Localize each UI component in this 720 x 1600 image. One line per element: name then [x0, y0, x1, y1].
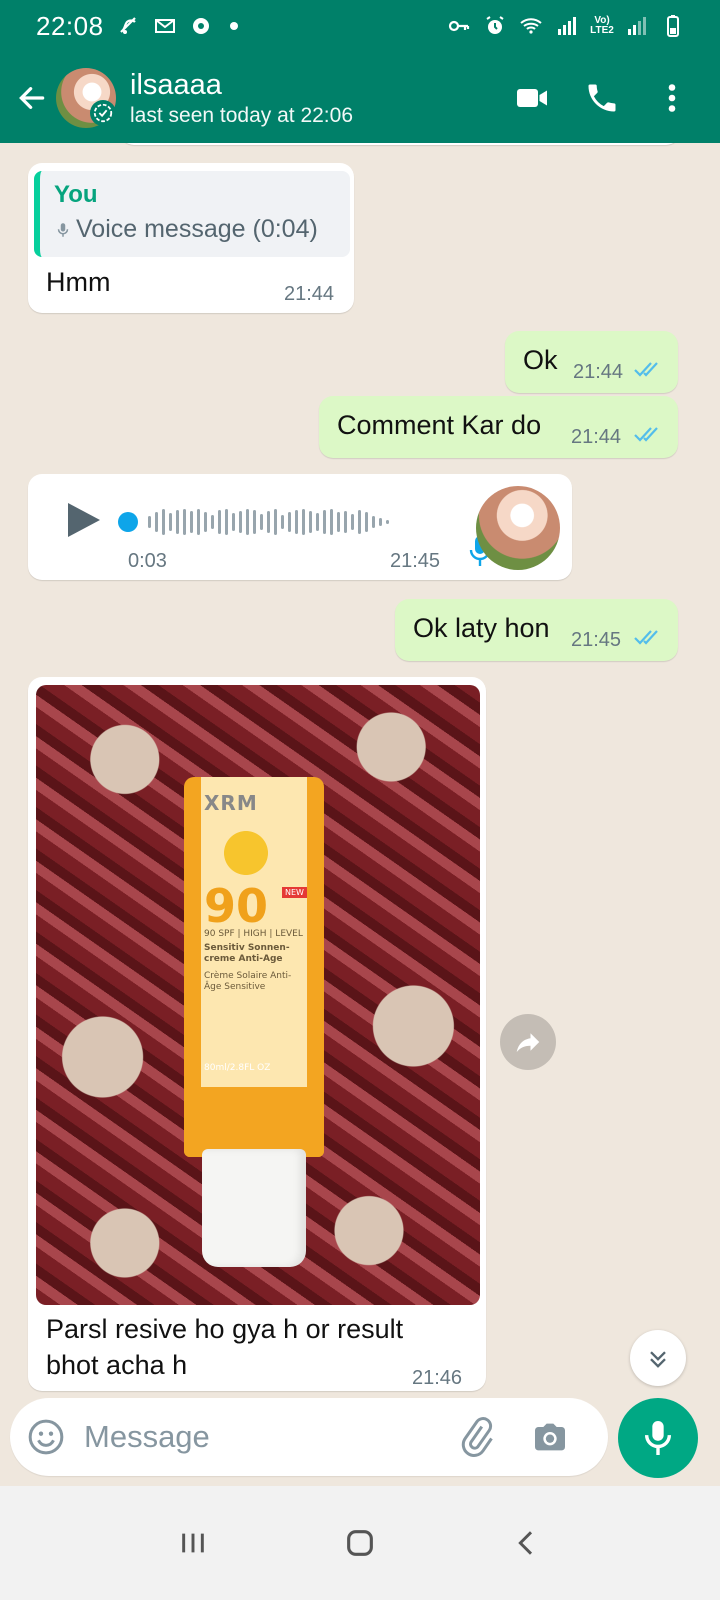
attachment-icon[interactable] — [456, 1417, 496, 1457]
message-time: 21:45 — [390, 550, 441, 572]
status-time: 22:08 — [36, 10, 104, 41]
wifi-icon — [518, 13, 544, 39]
back-nav-icon[interactable] — [502, 1518, 552, 1568]
chat-area[interactable]: You Voice message (0:04) Hmm 21:44 Ok 21… — [0, 143, 720, 1425]
video-call-icon[interactable] — [514, 80, 550, 116]
muted-notification-icon — [116, 13, 142, 39]
more-options-icon[interactable] — [654, 80, 690, 116]
image-message-bubble[interactable]: XRM NEW 90 90 SPF | HIGH | LEVEL Sensiti… — [28, 677, 486, 1391]
message-bubble-outgoing[interactable]: Ok laty hon 21:45 — [395, 599, 678, 661]
message-bubble-incoming[interactable]: You Voice message (0:04) Hmm 21:44 — [28, 163, 354, 313]
message-input[interactable] — [84, 1419, 444, 1455]
playback-knob[interactable] — [118, 512, 138, 532]
message-time: 21:44 — [573, 361, 624, 383]
message-time: 21:46 — [412, 1367, 463, 1389]
read-ticks-icon — [633, 627, 663, 652]
voice-call-icon[interactable] — [584, 80, 620, 116]
status-ring-icon — [90, 100, 116, 126]
alarm-icon — [482, 13, 508, 39]
quoted-sender: You — [54, 181, 98, 208]
message-bubble-outgoing[interactable]: Ok 21:44 — [505, 331, 678, 393]
emoji-icon[interactable] — [26, 1417, 66, 1457]
contact-name: ilsaaaa — [130, 68, 222, 101]
notification-dot — [229, 22, 238, 30]
volte-icon: Vo) LTE2 — [590, 15, 614, 36]
voice-duration: 0:03 — [128, 550, 167, 572]
message-bubble-outgoing[interactable]: Comment Kar do 21:44 — [319, 396, 678, 458]
product-brand: XRM — [204, 791, 258, 815]
voice-waveform[interactable] — [118, 508, 438, 536]
contact-info[interactable]: ilsaaaa last seen today at 22:06 — [130, 68, 353, 128]
voice-record-button[interactable] — [618, 1398, 698, 1478]
settings-badge-icon — [188, 13, 214, 39]
forward-icon[interactable] — [500, 1014, 556, 1070]
message-time: 21:44 — [571, 426, 622, 448]
quoted-message[interactable]: You Voice message (0:04) — [34, 171, 350, 257]
sender-avatar — [476, 486, 560, 570]
signal-icon — [554, 13, 580, 39]
home-icon[interactable] — [335, 1518, 385, 1568]
message-composer — [10, 1398, 608, 1476]
play-icon[interactable] — [64, 500, 102, 540]
recent-apps-icon[interactable] — [168, 1518, 218, 1568]
product-line1: 90 SPF | HIGH | LEVEL — [204, 929, 303, 939]
battery-icon — [660, 13, 686, 39]
read-ticks-icon — [633, 424, 663, 449]
sunscreen-photo[interactable]: XRM NEW 90 90 SPF | HIGH | LEVEL Sensiti… — [36, 685, 480, 1305]
message-time: 21:44 — [284, 283, 335, 305]
voice-message-bubble[interactable]: 0:03 21:45 — [28, 474, 572, 580]
system-nav-bar — [0, 1486, 720, 1600]
sunscreen-tube: XRM NEW 90 90 SPF | HIGH | LEVEL Sensiti… — [184, 777, 324, 1267]
message-text: Comment Kar do — [337, 410, 542, 440]
vpn-key-icon — [446, 13, 472, 39]
message-time: 21:45 — [571, 629, 622, 651]
gmail-icon — [152, 13, 178, 39]
signal2-icon — [624, 13, 650, 39]
last-seen-text: last seen today at 22:06 — [130, 103, 353, 127]
message-text: Ok — [523, 345, 558, 375]
message-text: Ok laty hon — [413, 613, 550, 643]
back-arrow-icon[interactable] — [8, 74, 56, 122]
chat-header: ilsaaaa last seen today at 22:06 — [0, 52, 720, 143]
image-caption: Parsl resive ho gya h or result bhot ach… — [46, 1314, 404, 1380]
sun-icon — [218, 825, 274, 881]
camera-icon[interactable] — [530, 1417, 570, 1457]
quoted-text: Voice message (0:04) — [76, 215, 318, 243]
product-line3: Crème Solaire Anti-Âge Sensitive — [204, 971, 292, 992]
mic-icon — [57, 222, 69, 237]
message-bubble-partial — [120, 143, 680, 145]
scroll-to-bottom-button[interactable] — [630, 1330, 686, 1386]
status-bar: 22:08 Vo) LTE2 — [0, 0, 720, 52]
product-volume: 80ml/2.8FL OZ — [204, 1063, 271, 1073]
message-text: Hmm — [46, 267, 111, 297]
new-badge: NEW — [282, 887, 307, 898]
read-ticks-icon — [633, 359, 663, 384]
product-line2: Sensitiv Sonnen-creme Anti-Age — [204, 943, 290, 964]
